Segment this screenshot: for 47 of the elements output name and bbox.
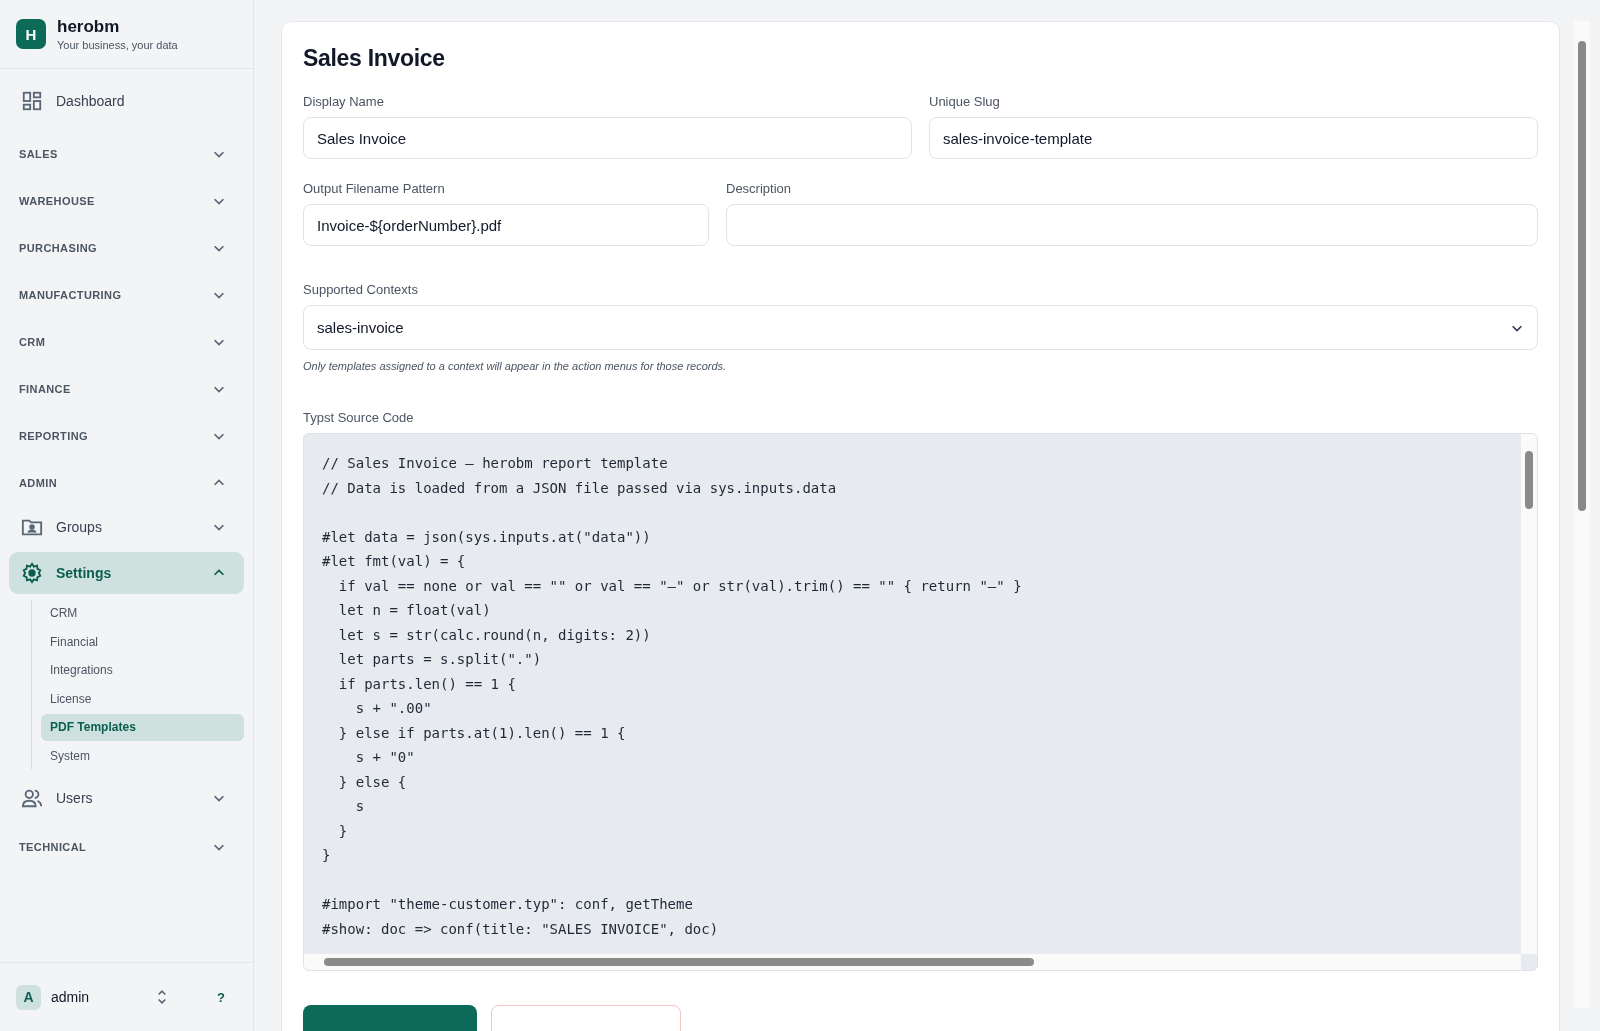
nav-section[interactable]: ADMIN: [9, 459, 244, 506]
field-label: Description: [726, 181, 793, 196]
app-tagline: Your business, your data: [57, 39, 178, 51]
logo-badge: H: [16, 19, 46, 49]
submenu-item[interactable]: License: [41, 685, 244, 712]
select-field[interactable]: sales-invoice: [303, 305, 1538, 350]
nav-section[interactable]: MANUFACTURING: [9, 271, 244, 318]
submenu-item[interactable]: System: [41, 742, 244, 769]
page-title: Sales Invoice: [303, 45, 446, 72]
nav-section[interactable]: TECHNICAL: [9, 823, 244, 870]
nav-section[interactable]: PURCHASING: [9, 224, 244, 271]
dashboard-icon: [21, 90, 43, 112]
input-field[interactable]: Invoice-${orderNumber}.pdf: [303, 204, 709, 246]
nav-item[interactable]: Settings: [9, 552, 244, 594]
help-link[interactable]: ?: [217, 989, 225, 1005]
submenu-item[interactable]: PDF Templates: [41, 714, 244, 741]
users-icon: [21, 787, 43, 809]
field-label: Display Name: [303, 94, 385, 109]
app-name: herobm: [57, 17, 121, 37]
nav-item[interactable]: Groups: [9, 506, 244, 548]
field-label: Unique Slug: [929, 94, 1001, 109]
submenu-item[interactable]: Financial: [41, 628, 244, 655]
nav-section[interactable]: CRM: [9, 318, 244, 365]
scrollbar[interactable]: [304, 954, 1521, 970]
submenu-item[interactable]: Integrations: [41, 657, 244, 684]
code-editor[interactable]: [303, 433, 1538, 971]
nav-item[interactable]: Users: [9, 777, 244, 819]
nav-section[interactable]: FINANCE: [9, 365, 244, 412]
settings-icon: [21, 562, 43, 584]
code-text: // Sales Invoice — herobm report template // Data is loaded from a JSON file passed via sys.inputs.data #let data = json(sys.inputs.at("data")) #let fmt(val) = { if val == none or val == "" or val == "—" or str(val).trim() == "" { return "—" } let n = float(val) let s = str(calc.round(n, digits: 2)) let parts = s.split(".") if parts.len() == 1 { s + ".00" } else if parts.at(1).len() == 1 { s + "0" } else { s } } #import "theme-customer.typ": conf, getTheme #show: doc => conf(title: "SALES INVOICE", doc): [321, 454, 1023, 939]
submenu-item[interactable]: CRM: [41, 600, 244, 627]
field-label: Supported Contexts: [303, 282, 419, 297]
input-field[interactable]: Sales Invoice: [303, 117, 912, 159]
field-label: Typst Source Code: [303, 410, 415, 425]
user-name: admin: [51, 989, 91, 1005]
hint-text: Only templates assigned to a context will appear in the action menus for those records.: [303, 360, 728, 372]
nav-section[interactable]: SALES: [9, 130, 244, 177]
user-avatar: A: [16, 984, 41, 1010]
nav-section[interactable]: REPORTING: [9, 412, 244, 459]
scrollbar[interactable]: [1521, 434, 1537, 954]
nav-item[interactable]: Dashboard: [9, 81, 244, 121]
input-field[interactable]: sales-invoice-template: [929, 117, 1538, 159]
input-field[interactable]: [726, 204, 1538, 246]
field-label: Output Filename Pattern: [303, 181, 446, 196]
expand-collapse-icon[interactable]: [157, 987, 168, 1007]
scrollbar[interactable]: [1574, 21, 1590, 1008]
nav-section[interactable]: WAREHOUSE: [9, 177, 244, 224]
